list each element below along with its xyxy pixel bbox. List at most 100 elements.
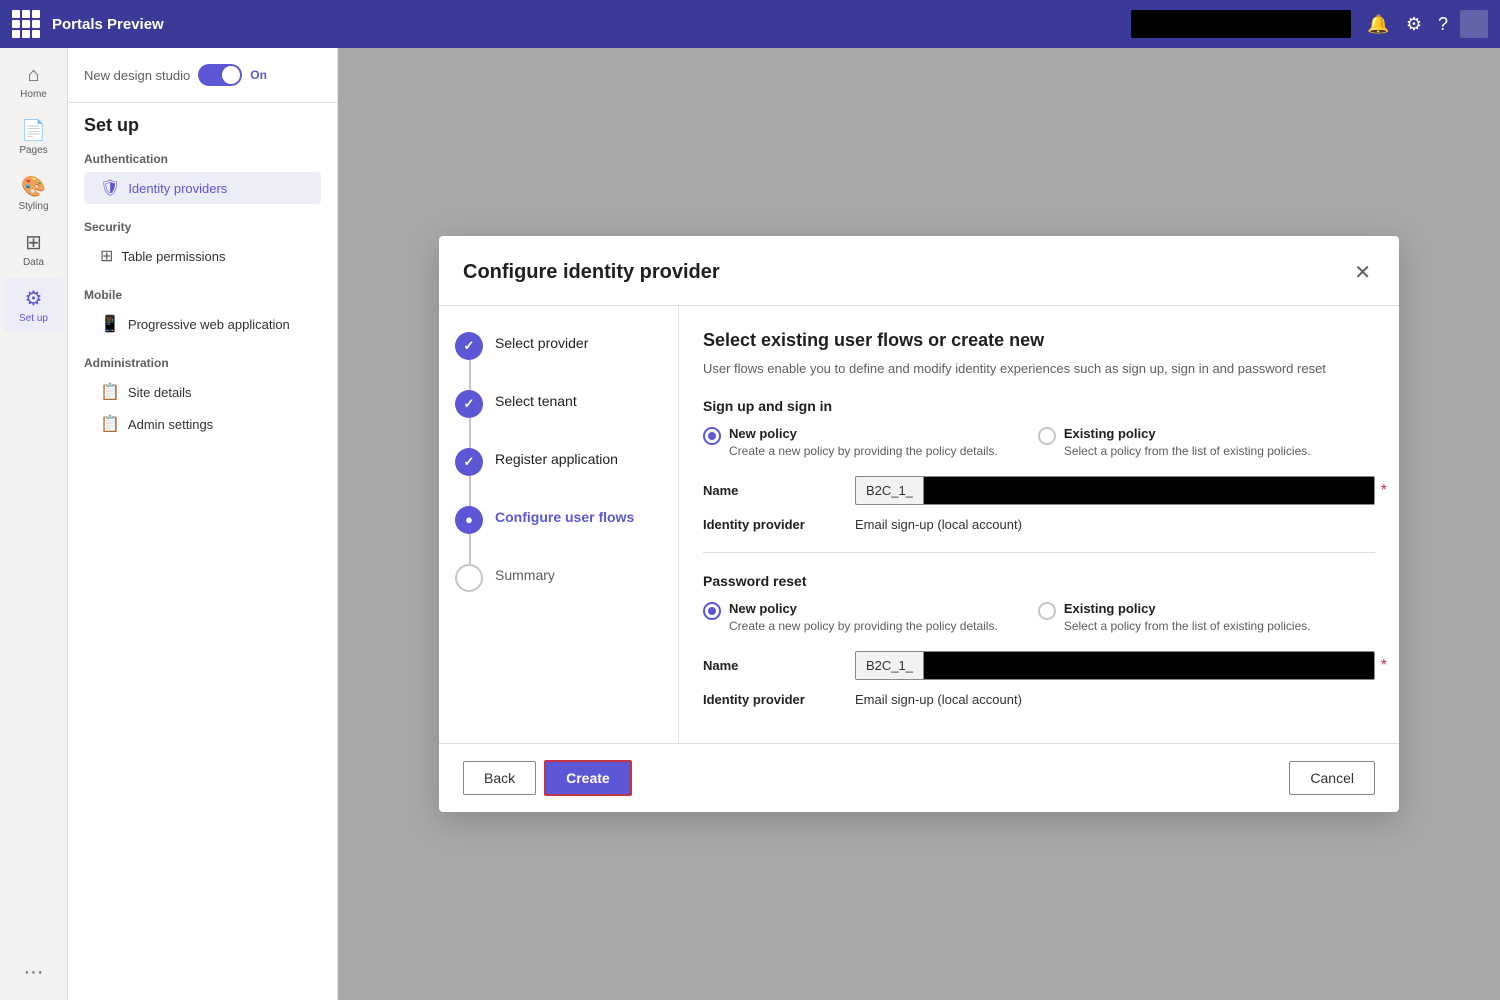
authentication-section: Authentication 🛡 Identity providers [68,140,337,208]
reset-idp-row: Identity provider Email sign-up (local a… [703,692,1375,707]
left-rail: ⌂ Home 📄 Pages 🎨 Styling ⊞ Data ⚙ Set up… [0,48,68,1000]
admin-heading: Administration [84,356,321,370]
signup-idp-row: Identity provider Email sign-up (local a… [703,517,1375,532]
signup-name-input[interactable] [923,476,1375,505]
step-circle-select-provider: ✓ [455,332,483,360]
step-label-configure-user-flows: Configure user flows [495,504,634,528]
toggle-on-label: On [250,68,267,82]
step-label-summary: Summary [495,562,555,586]
signup-name-row: Name B2C_1_ * [703,476,1375,505]
cancel-button[interactable]: Cancel [1289,761,1375,795]
rail-item-setup[interactable]: ⚙ Set up [4,278,64,332]
app-title: Portals Preview [52,16,1119,33]
reset-idp-label: Identity provider [703,692,843,707]
admin-settings-label: Admin settings [128,417,213,432]
step-label-select-tenant: Select tenant [495,388,577,412]
rail-label-data: Data [23,257,44,268]
back-button[interactable]: Back [463,761,536,795]
settings-icon[interactable]: ⚙ [1402,10,1426,39]
rail-label-pages: Pages [19,145,47,156]
reset-new-policy-option[interactable]: New policy Create a new policy by provid… [703,601,998,635]
signup-existing-policy-radio[interactable] [1038,427,1056,445]
signup-existing-policy-option[interactable]: Existing policy Select a policy from the… [1038,426,1311,460]
rail-item-home[interactable]: ⌂ Home [4,56,64,108]
reset-radio-group: New policy Create a new policy by provid… [703,601,1375,635]
reset-name-input[interactable] [923,651,1375,680]
sidebar-item-table-permissions[interactable]: ⊞ Table permissions [84,240,321,272]
step-select-provider: ✓ Select provider [455,330,662,360]
reset-new-policy-desc: Create a new policy by providing the pol… [729,618,998,635]
step-circle-summary [455,564,483,592]
reset-new-policy-radio[interactable] [703,602,721,620]
sidebar-item-pwa[interactable]: 📱 Progressive web application [84,308,321,340]
step-summary: Summary [455,562,662,592]
modal-close-button[interactable]: ✕ [1350,256,1375,289]
reset-new-policy-label: New policy [729,601,998,616]
rail-item-pages[interactable]: 📄 Pages [4,110,64,164]
section-divider [703,552,1375,553]
signup-existing-policy-label: Existing policy [1064,426,1311,441]
modal-panel: Select existing user flows or create new… [679,306,1399,743]
data-icon: ⊞ [25,230,42,255]
reset-idp-value: Email sign-up (local account) [855,692,1022,707]
create-button[interactable]: Create [544,760,632,796]
rail-item-data[interactable]: ⊞ Data [4,222,64,276]
step-select-tenant: ✓ Select tenant [455,388,662,418]
signup-new-policy-label: New policy [729,426,998,441]
signup-radio-group: New policy Create a new policy by provid… [703,426,1375,460]
table-icon: ⊞ [100,246,113,266]
signup-new-policy-desc: Create a new policy by providing the pol… [729,443,998,460]
step-label-select-provider: Select provider [495,330,588,354]
modal-header: Configure identity provider ✕ [439,236,1399,306]
toggle-thumb [222,66,240,84]
authentication-heading: Authentication [84,152,321,166]
admin-section: Administration 📋 Site details 📋 Admin se… [68,344,337,444]
wizard-steps: ✓ Select provider ✓ Select tenant [439,306,679,743]
sidebar-item-admin-settings[interactable]: 📋 Admin settings [84,408,321,440]
modal-body: ✓ Select provider ✓ Select tenant [439,306,1399,743]
main-content: Configure identity provider ✕ ✓ Select p… [338,48,1500,1000]
step-label-register-application: Register application [495,446,618,470]
help-icon[interactable]: ? [1434,10,1452,39]
pages-icon: 📄 [21,118,46,143]
brand-redacted [1131,10,1351,38]
reset-name-input-group: B2C_1_ * [855,651,1375,680]
sign-up-section-title: Sign up and sign in [703,398,1375,414]
reset-name-label: Name [703,658,843,673]
reset-existing-policy-radio[interactable] [1038,602,1056,620]
site-details-icon: 📋 [100,382,120,402]
signup-existing-policy-desc: Select a policy from the list of existin… [1064,443,1311,460]
mobile-heading: Mobile [84,288,321,302]
new-design-toggle[interactable] [198,64,242,86]
setup-section: Set up [68,103,337,140]
reset-name-row: Name B2C_1_ * [703,651,1375,680]
avatar[interactable] [1460,10,1488,38]
phone-icon: 📱 [100,314,120,334]
signup-idp-label: Identity provider [703,517,843,532]
new-design-row: New design studio On [68,64,337,103]
admin-settings-icon: 📋 [100,414,120,434]
panel-subtitle: User flows enable you to define and modi… [703,359,1375,379]
sidebar: New design studio On Set up Authenticati… [68,48,338,1000]
signup-name-required: * [1381,482,1387,500]
signup-name-label: Name [703,483,843,498]
rail-item-styling[interactable]: 🎨 Styling [4,166,64,220]
signup-new-policy-radio[interactable] [703,427,721,445]
pwa-label: Progressive web application [128,317,290,332]
more-icon[interactable]: ··· [16,953,52,992]
setup-icon: ⚙ [25,286,43,311]
step-circle-register-application: ✓ [455,448,483,476]
sidebar-item-identity-providers[interactable]: 🛡 Identity providers [84,172,321,204]
rail-label-styling: Styling [18,201,48,212]
topbar: Portals Preview 🔔 ⚙ ? [0,0,1500,48]
signup-new-policy-option[interactable]: New policy Create a new policy by provid… [703,426,998,460]
reset-existing-policy-option[interactable]: Existing policy Select a policy from the… [1038,601,1311,635]
security-heading: Security [84,220,321,234]
security-section: Security ⊞ Table permissions [68,208,337,276]
modal: Configure identity provider ✕ ✓ Select p… [439,236,1399,812]
sidebar-item-site-details[interactable]: 📋 Site details [84,376,321,408]
waffle-menu[interactable] [12,10,40,38]
step-configure-user-flows: ● Configure user flows [455,504,662,534]
bell-icon[interactable]: 🔔 [1363,10,1393,39]
reset-existing-policy-desc: Select a policy from the list of existin… [1064,618,1311,635]
